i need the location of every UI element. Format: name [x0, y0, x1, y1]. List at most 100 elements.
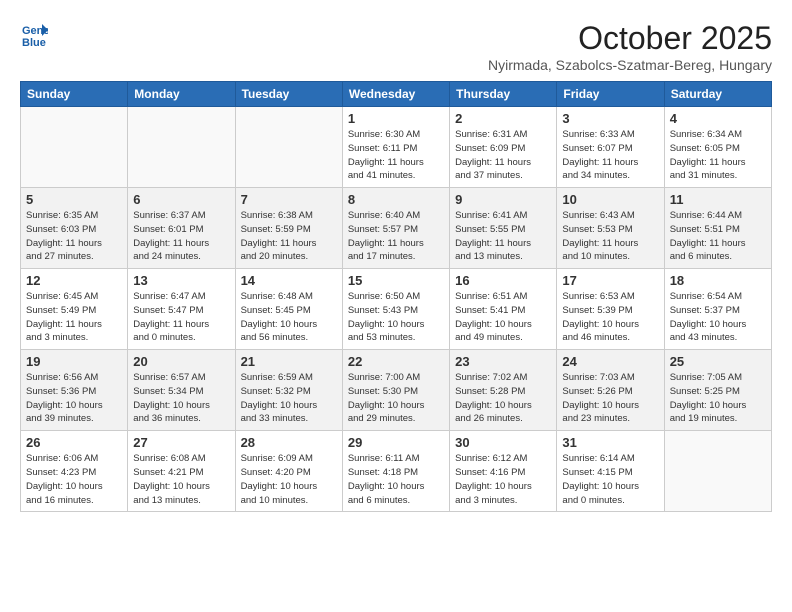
calendar-cell: 18 Sunrise: 6:54 AMSunset: 5:37 PMDayligh…	[664, 269, 771, 350]
logo-icon: General Blue	[20, 20, 48, 48]
day-number: 11	[670, 192, 766, 207]
day-info: Sunrise: 6:09 AMSunset: 4:20 PMDaylight:…	[241, 452, 337, 507]
calendar-week-5: 26Sunrise: 6:06 AMSunset: 4:23 PMDayligh…	[21, 431, 772, 512]
day-number: 13	[133, 273, 229, 288]
calendar-cell: 25 Sunrise: 7:05 AMSunset: 5:25 PMDayligh…	[664, 350, 771, 431]
day-number: 19	[26, 354, 122, 369]
weekday-header-row: SundayMondayTuesdayWednesdayThursdayFrid…	[21, 82, 772, 107]
day-number: 25	[670, 354, 766, 369]
day-info: Sunrise: 6:30 AMSunset: 6:11 PMDaylight:…	[348, 128, 444, 183]
weekday-header-friday: Friday	[557, 82, 664, 107]
day-number: 10	[562, 192, 658, 207]
day-number: 24	[562, 354, 658, 369]
calendar-week-1: 1Sunrise: 6:30 AMSunset: 6:11 PMDaylight…	[21, 107, 772, 188]
day-number: 16	[455, 273, 551, 288]
day-info: Sunrise: 6:43 AMSunset: 5:53 PMDaylight:…	[562, 209, 658, 264]
calendar-cell: 3Sunrise: 6:33 AMSunset: 6:07 PMDaylight…	[557, 107, 664, 188]
calendar-cell: 14Sunrise: 6:48 AMSunset: 5:45 PMDayligh…	[235, 269, 342, 350]
weekday-header-monday: Monday	[128, 82, 235, 107]
day-info: Sunrise: 6:34 AMSunset: 6:05 PMDaylight:…	[670, 128, 766, 183]
calendar-cell: 13Sunrise: 6:47 AMSunset: 5:47 PMDayligh…	[128, 269, 235, 350]
day-number: 28	[241, 435, 337, 450]
page-header: General Blue October 2025 Nyirmada, Szab…	[20, 20, 772, 73]
day-info: Sunrise: 7:05 AMSunset: 5:25 PMDaylight:…	[670, 371, 766, 426]
weekday-header-sunday: Sunday	[21, 82, 128, 107]
day-info: Sunrise: 6:37 AMSunset: 6:01 PMDaylight:…	[133, 209, 229, 264]
weekday-header-saturday: Saturday	[664, 82, 771, 107]
day-number: 17	[562, 273, 658, 288]
calendar-cell	[128, 107, 235, 188]
day-info: Sunrise: 6:38 AMSunset: 5:59 PMDaylight:…	[241, 209, 337, 264]
calendar-cell: 30 Sunrise: 6:12 AMSunset: 4:16 PMDayligh…	[450, 431, 557, 512]
title-block: October 2025 Nyirmada, Szabolcs-Szatmar-…	[488, 20, 772, 73]
calendar-cell: 16Sunrise: 6:51 AMSunset: 5:41 PMDayligh…	[450, 269, 557, 350]
day-number: 5	[26, 192, 122, 207]
day-number: 12	[26, 273, 122, 288]
calendar-week-2: 5 Sunrise: 6:35 AMSunset: 6:03 PMDaylight…	[21, 188, 772, 269]
calendar-cell: 24 Sunrise: 7:03 AMSunset: 5:26 PMDayligh…	[557, 350, 664, 431]
calendar-cell: 28 Sunrise: 6:09 AMSunset: 4:20 PMDayligh…	[235, 431, 342, 512]
day-info: Sunrise: 6:11 AMSunset: 4:18 PMDaylight:…	[348, 452, 444, 507]
day-info: Sunrise: 7:03 AMSunset: 5:26 PMDaylight:…	[562, 371, 658, 426]
calendar-cell: 26Sunrise: 6:06 AMSunset: 4:23 PMDayligh…	[21, 431, 128, 512]
day-info: Sunrise: 6:14 AMSunset: 4:15 PMDaylight:…	[562, 452, 658, 507]
calendar-cell: 11 Sunrise: 6:44 AMSunset: 5:51 PMDayligh…	[664, 188, 771, 269]
calendar-cell: 29 Sunrise: 6:11 AMSunset: 4:18 PMDayligh…	[342, 431, 449, 512]
calendar-cell: 4 Sunrise: 6:34 AMSunset: 6:05 PMDaylight…	[664, 107, 771, 188]
calendar-cell: 8 Sunrise: 6:40 AMSunset: 5:57 PMDaylight…	[342, 188, 449, 269]
calendar-week-3: 12Sunrise: 6:45 AMSunset: 5:49 PMDayligh…	[21, 269, 772, 350]
day-number: 7	[241, 192, 337, 207]
day-info: Sunrise: 7:00 AMSunset: 5:30 PMDaylight:…	[348, 371, 444, 426]
day-info: Sunrise: 6:59 AMSunset: 5:32 PMDaylight:…	[241, 371, 337, 426]
day-info: Sunrise: 6:12 AMSunset: 4:16 PMDaylight:…	[455, 452, 551, 507]
day-info: Sunrise: 6:50 AMSunset: 5:43 PMDaylight:…	[348, 290, 444, 345]
calendar-cell: 1Sunrise: 6:30 AMSunset: 6:11 PMDaylight…	[342, 107, 449, 188]
calendar-cell: 22 Sunrise: 7:00 AMSunset: 5:30 PMDayligh…	[342, 350, 449, 431]
month-title: October 2025	[488, 20, 772, 57]
svg-text:Blue: Blue	[22, 37, 46, 48]
calendar-table: SundayMondayTuesdayWednesdayThursdayFrid…	[20, 81, 772, 512]
weekday-header-tuesday: Tuesday	[235, 82, 342, 107]
day-number: 22	[348, 354, 444, 369]
calendar-cell: 15Sunrise: 6:50 AMSunset: 5:43 PMDayligh…	[342, 269, 449, 350]
day-info: Sunrise: 6:57 AMSunset: 5:34 PMDaylight:…	[133, 371, 229, 426]
calendar-cell: 7 Sunrise: 6:38 AMSunset: 5:59 PMDaylight…	[235, 188, 342, 269]
calendar-cell: 6 Sunrise: 6:37 AMSunset: 6:01 PMDaylight…	[128, 188, 235, 269]
calendar-cell: 19 Sunrise: 6:56 AMSunset: 5:36 PMDayligh…	[21, 350, 128, 431]
day-number: 30	[455, 435, 551, 450]
day-number: 4	[670, 111, 766, 126]
day-info: Sunrise: 6:41 AMSunset: 5:55 PMDaylight:…	[455, 209, 551, 264]
logo: General Blue	[20, 20, 48, 48]
day-number: 6	[133, 192, 229, 207]
calendar-cell: 23 Sunrise: 7:02 AMSunset: 5:28 PMDayligh…	[450, 350, 557, 431]
day-number: 20	[133, 354, 229, 369]
day-number: 27	[133, 435, 229, 450]
day-number: 18	[670, 273, 766, 288]
calendar-cell: 27 Sunrise: 6:08 AMSunset: 4:21 PMDayligh…	[128, 431, 235, 512]
day-info: Sunrise: 6:56 AMSunset: 5:36 PMDaylight:…	[26, 371, 122, 426]
calendar-cell	[235, 107, 342, 188]
calendar-cell: 2Sunrise: 6:31 AMSunset: 6:09 PMDaylight…	[450, 107, 557, 188]
day-info: Sunrise: 6:48 AMSunset: 5:45 PMDaylight:…	[241, 290, 337, 345]
day-number: 8	[348, 192, 444, 207]
day-number: 3	[562, 111, 658, 126]
calendar-cell: 20 Sunrise: 6:57 AMSunset: 5:34 PMDayligh…	[128, 350, 235, 431]
day-info: Sunrise: 6:53 AMSunset: 5:39 PMDaylight:…	[562, 290, 658, 345]
day-info: Sunrise: 6:40 AMSunset: 5:57 PMDaylight:…	[348, 209, 444, 264]
calendar-week-4: 19 Sunrise: 6:56 AMSunset: 5:36 PMDayligh…	[21, 350, 772, 431]
calendar-cell: 9 Sunrise: 6:41 AMSunset: 5:55 PMDaylight…	[450, 188, 557, 269]
weekday-header-wednesday: Wednesday	[342, 82, 449, 107]
day-number: 29	[348, 435, 444, 450]
day-info: Sunrise: 6:35 AMSunset: 6:03 PMDaylight:…	[26, 209, 122, 264]
location: Nyirmada, Szabolcs-Szatmar-Bereg, Hungar…	[488, 57, 772, 73]
day-info: Sunrise: 7:02 AMSunset: 5:28 PMDaylight:…	[455, 371, 551, 426]
day-number: 2	[455, 111, 551, 126]
day-number: 9	[455, 192, 551, 207]
day-info: Sunrise: 6:54 AMSunset: 5:37 PMDaylight:…	[670, 290, 766, 345]
day-info: Sunrise: 6:44 AMSunset: 5:51 PMDaylight:…	[670, 209, 766, 264]
calendar-cell	[21, 107, 128, 188]
calendar-cell: 10 Sunrise: 6:43 AMSunset: 5:53 PMDayligh…	[557, 188, 664, 269]
day-info: Sunrise: 6:08 AMSunset: 4:21 PMDaylight:…	[133, 452, 229, 507]
calendar-cell: 31Sunrise: 6:14 AMSunset: 4:15 PMDayligh…	[557, 431, 664, 512]
day-number: 23	[455, 354, 551, 369]
